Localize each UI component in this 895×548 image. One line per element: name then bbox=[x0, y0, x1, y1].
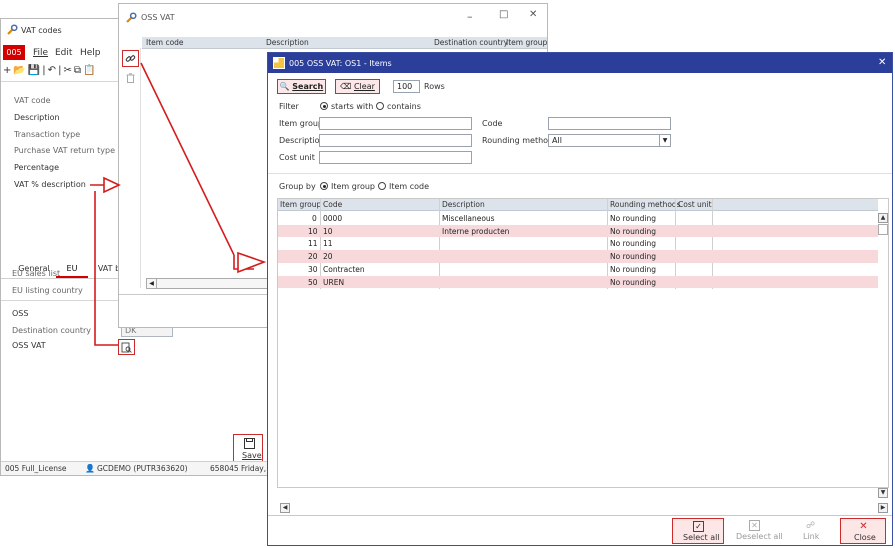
arrowhead-vat-percent bbox=[103, 176, 121, 194]
annotation-arrows bbox=[90, 62, 267, 346]
arrow-link-to-items bbox=[140, 62, 254, 270]
arrow-oss-vat bbox=[94, 191, 118, 346]
